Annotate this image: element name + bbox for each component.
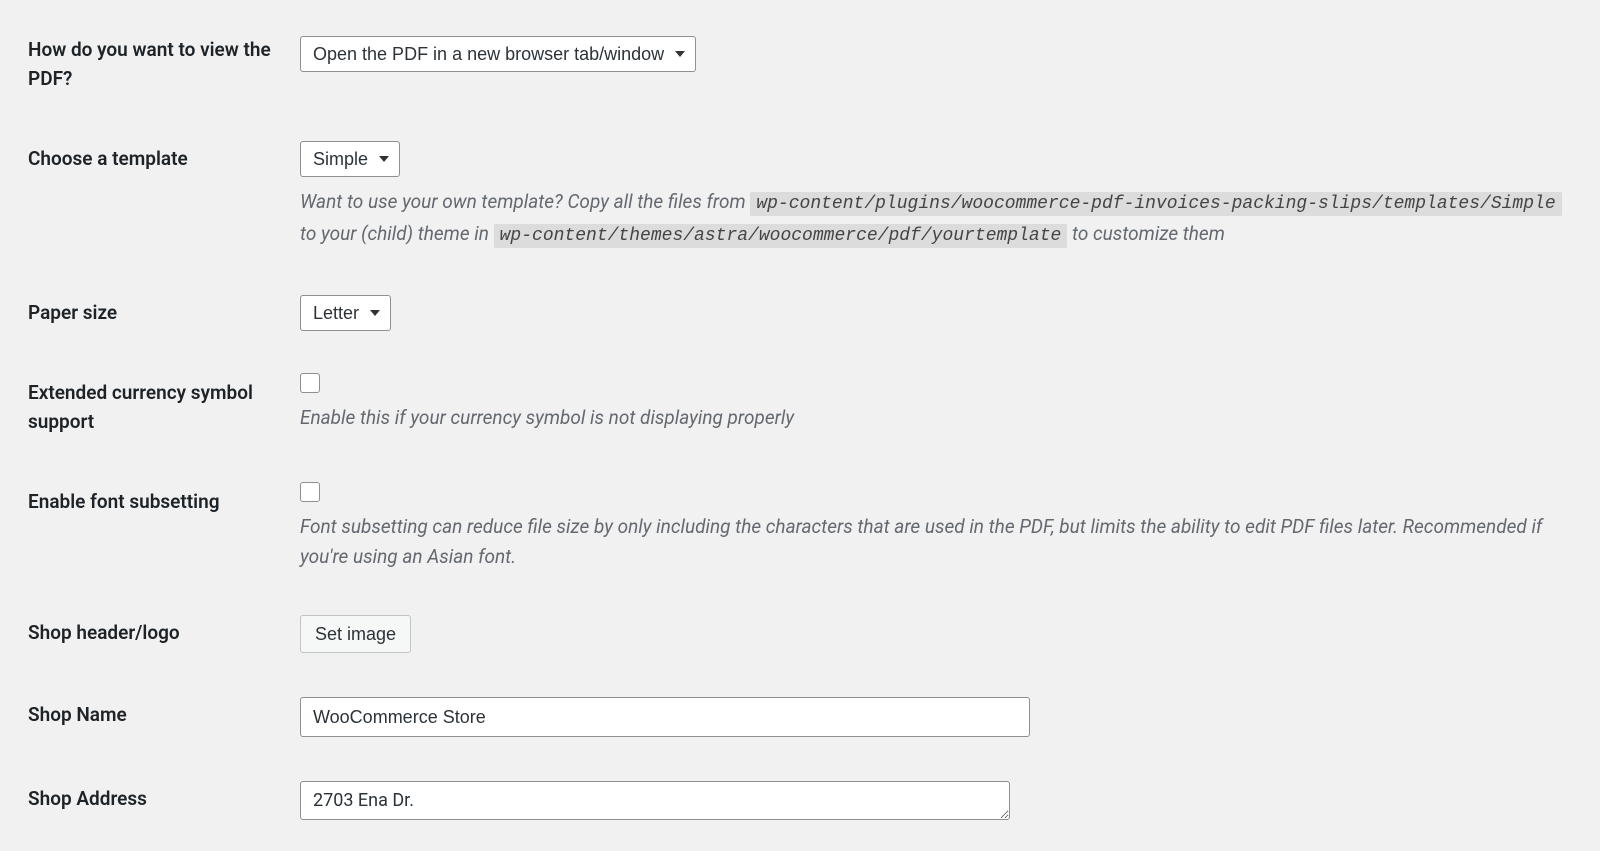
- view-pdf-select[interactable]: Open the PDF in a new browser tab/window: [300, 36, 696, 72]
- font-subsetting-description: Font subsetting can reduce file size by …: [300, 512, 1580, 571]
- template-code-path-1: wp-content/plugins/woocommerce-pdf-invoi…: [750, 192, 1561, 216]
- font-subsetting-label: Enable font subsetting: [0, 462, 300, 593]
- currency-support-checkbox[interactable]: [300, 373, 320, 393]
- font-subsetting-checkbox[interactable]: [300, 482, 320, 502]
- settings-form-table: How do you want to view the PDF? Open th…: [0, 0, 1600, 851]
- shop-address-textarea[interactable]: [300, 781, 1010, 820]
- template-code-path-2: wp-content/themes/astra/woocommerce/pdf/…: [494, 224, 1068, 248]
- paper-size-label: Paper size: [0, 273, 300, 354]
- template-description: Want to use your own template? Copy all …: [300, 187, 1580, 251]
- shop-name-input[interactable]: [300, 697, 1030, 737]
- set-image-button[interactable]: Set image: [300, 615, 411, 653]
- shop-logo-label: Shop header/logo: [0, 593, 300, 675]
- template-select[interactable]: Simple: [300, 141, 400, 177]
- shop-address-label: Shop Address: [0, 759, 300, 851]
- template-label: Choose a template: [0, 119, 300, 273]
- currency-support-description: Enable this if your currency symbol is n…: [300, 403, 1580, 432]
- view-pdf-label: How do you want to view the PDF?: [0, 0, 300, 119]
- shop-name-label: Shop Name: [0, 675, 300, 759]
- currency-support-label: Extended currency symbol support: [0, 353, 300, 462]
- paper-size-select[interactable]: Letter: [300, 295, 391, 331]
